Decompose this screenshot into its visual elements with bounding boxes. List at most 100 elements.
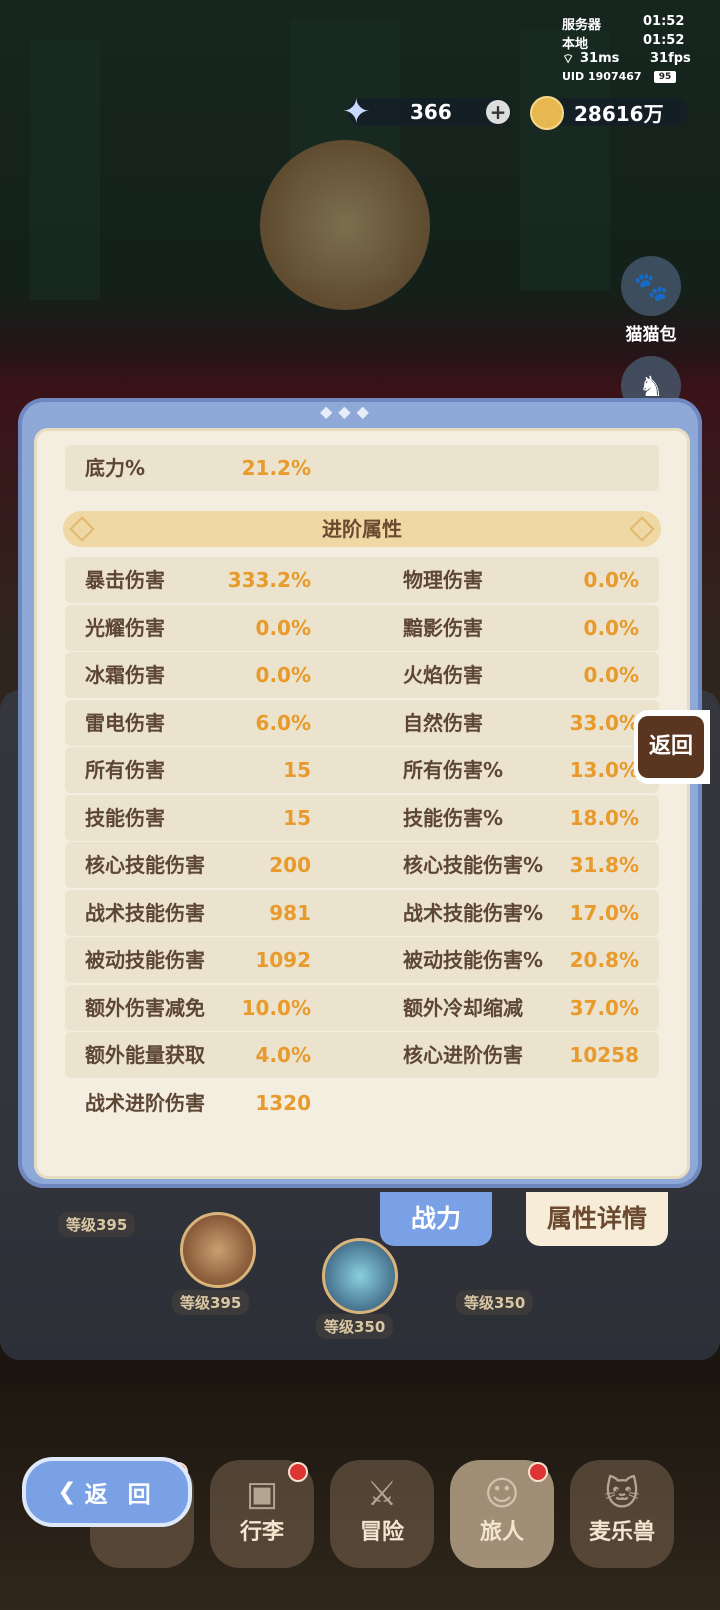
level-badge: 等级395 (172, 1290, 250, 1315)
back-button-label: 返 回 (84, 1482, 157, 1508)
back-arrow-icon: ❮ (57, 1479, 77, 1505)
attribute-value: 1320 (255, 1090, 311, 1115)
battery-icon: 95 (654, 71, 676, 83)
coin-icon (530, 96, 564, 130)
attribute-value: 33.0% (569, 710, 639, 735)
attribute-row: 额外能量获取 4.0% 核心进阶伤害 10258 (65, 1032, 659, 1078)
attribute-row: 额外伤害减免 10.0% 额外冷却缩减 37.0% (65, 984, 659, 1031)
attribute-label: 物理伤害 (403, 568, 483, 592)
nav-item-label: 冒险 (359, 1520, 404, 1545)
local-label: 本地 (562, 37, 589, 52)
notification-dot (288, 1462, 308, 1482)
tab-power[interactable]: 战力 (380, 1192, 492, 1246)
attribute-value: 31.8% (569, 853, 639, 877)
uid-value: UID 1907467 (562, 70, 642, 83)
cat-bag-button[interactable]: 🐾 猫猫包 (614, 256, 688, 345)
attribute-label: 冰霜伤害 (85, 663, 165, 687)
side-return-button[interactable]: 返回 (634, 710, 710, 784)
star-icon: ✦ (342, 92, 371, 132)
server-label: 服务器 (562, 18, 602, 33)
wifi-icon: ⌔ (562, 52, 575, 67)
attribute-label: 战术进阶伤害 (85, 1090, 205, 1115)
attribute-value: 10.0% (241, 995, 311, 1020)
attribute-value: 21.2% (241, 456, 311, 480)
attribute-label: 额外能量获取 (85, 1043, 205, 1067)
cat-bag-label: 猫猫包 (625, 325, 677, 345)
attribute-label: 所有伤害 (85, 758, 165, 782)
stars-resource: ✦ 366 + (342, 92, 512, 132)
attribute-label: 暴击伤害 (85, 568, 165, 592)
attribute-value: 18.0% (569, 805, 639, 830)
attribute-row: 所有伤害 15 所有伤害% 13.0% (65, 747, 659, 793)
side-return-label: 返回 (638, 716, 704, 778)
level-badge: 等级350 (456, 1290, 534, 1315)
cat-bag-icon: 🐾 (621, 256, 681, 316)
modal-top-ornament: ◆◆◆ (320, 402, 375, 421)
attribute-label: 额外冷却缩减 (403, 995, 523, 1020)
coins-count: 28616万 (574, 101, 664, 126)
ping-value: 31ms (580, 51, 620, 66)
nav-item[interactable]: ▣ 行李 (210, 1460, 314, 1568)
attribute-label: 雷电伤害 (85, 710, 165, 735)
attribute-value: 13.0% (569, 758, 639, 782)
attribute-label: 核心进阶伤害 (403, 1043, 523, 1067)
attribute-value: 0.0% (255, 615, 311, 640)
attribute-value: 20.8% (569, 948, 639, 972)
attribute-value: 17.0% (569, 900, 639, 925)
skill-node[interactable] (180, 1212, 256, 1288)
attribute-value: 0.0% (583, 615, 639, 640)
attribute-label: 火焰伤害 (403, 663, 483, 687)
attribute-value: 1092 (255, 948, 311, 972)
attributes-panel: 底力% 21.2% 进阶属性 暴击伤害 333.2% 物理伤害 0.0% 光耀伤害 0.0… (34, 428, 690, 1179)
attribute-row-top: 底力% 21.2% (65, 445, 659, 491)
attribute-label: 被动技能伤害% (403, 948, 544, 972)
attribute-value: 10258 (569, 1043, 639, 1067)
attribute-value: 0.0% (583, 568, 639, 592)
attribute-label: 黯影伤害 (403, 615, 483, 640)
tab-attribute-detail[interactable]: 属性详情 (526, 1192, 668, 1246)
attribute-value: 37.0% (569, 995, 639, 1020)
nav-item[interactable]: 🐱 麦乐兽 (570, 1460, 674, 1568)
attribute-value: 6.0% (255, 710, 311, 735)
attribute-label: 所有伤害% (403, 758, 504, 782)
attribute-row: 雷电伤害 6.0% 自然伤害 33.0% (65, 699, 659, 746)
attribute-label: 战术技能伤害 (85, 900, 205, 925)
level-badge: 等级350 (316, 1314, 394, 1339)
diamond-ornament-left (69, 516, 95, 542)
nav-item[interactable]: ☺ 旅人 (450, 1460, 554, 1568)
nav-item-label: 旅人 (479, 1520, 524, 1545)
attribute-value: 0.0% (583, 663, 639, 687)
skill-node[interactable] (322, 1238, 398, 1314)
fps-value: 31fps (650, 51, 691, 66)
attribute-row: 战术进阶伤害 1320 (65, 1080, 659, 1126)
attribute-value: 4.0% (255, 1043, 311, 1067)
local-time: 01:52 (643, 33, 685, 48)
attribute-row: 核心技能伤害 200 核心技能伤害% 31.8% (65, 842, 659, 888)
add-stars-button[interactable]: + (486, 100, 510, 124)
attribute-row: 战术技能伤害 981 战术技能伤害% 17.0% (65, 889, 659, 936)
server-time: 01:52 (643, 14, 685, 29)
swords-icon: ⚔ (366, 1474, 398, 1514)
attribute-value: 200 (269, 853, 311, 877)
back-button[interactable]: ❮ 返 回 (22, 1457, 192, 1527)
attribute-row: 技能伤害 15 技能伤害% 18.0% (65, 794, 659, 841)
attribute-value: 981 (269, 900, 311, 925)
section-header-advanced: 进阶属性 (63, 511, 661, 547)
attribute-value: 0.0% (255, 663, 311, 687)
diamond-ornament-right (629, 516, 655, 542)
attribute-label: 底力% (85, 456, 146, 480)
attribute-label: 光耀伤害 (85, 615, 165, 640)
attribute-label: 技能伤害 (85, 805, 165, 830)
notification-dot (528, 1462, 548, 1482)
attribute-value: 15 (283, 758, 311, 782)
stars-count: 366 (410, 100, 452, 124)
attribute-label: 核心技能伤害 (85, 853, 205, 877)
level-badge: 等级395 (58, 1212, 136, 1237)
attribute-value: 15 (283, 805, 311, 830)
nav-item[interactable]: ⚔ 冒险 (330, 1460, 434, 1568)
attribute-label: 自然伤害 (403, 710, 483, 735)
attribute-row: 冰霜伤害 0.0% 火焰伤害 0.0% (65, 652, 659, 698)
attribute-row: 光耀伤害 0.0% 黯影伤害 0.0% (65, 604, 659, 651)
attribute-label: 被动技能伤害 (85, 948, 205, 972)
attribute-row: 被动技能伤害 1092 被动技能伤害% 20.8% (65, 937, 659, 983)
